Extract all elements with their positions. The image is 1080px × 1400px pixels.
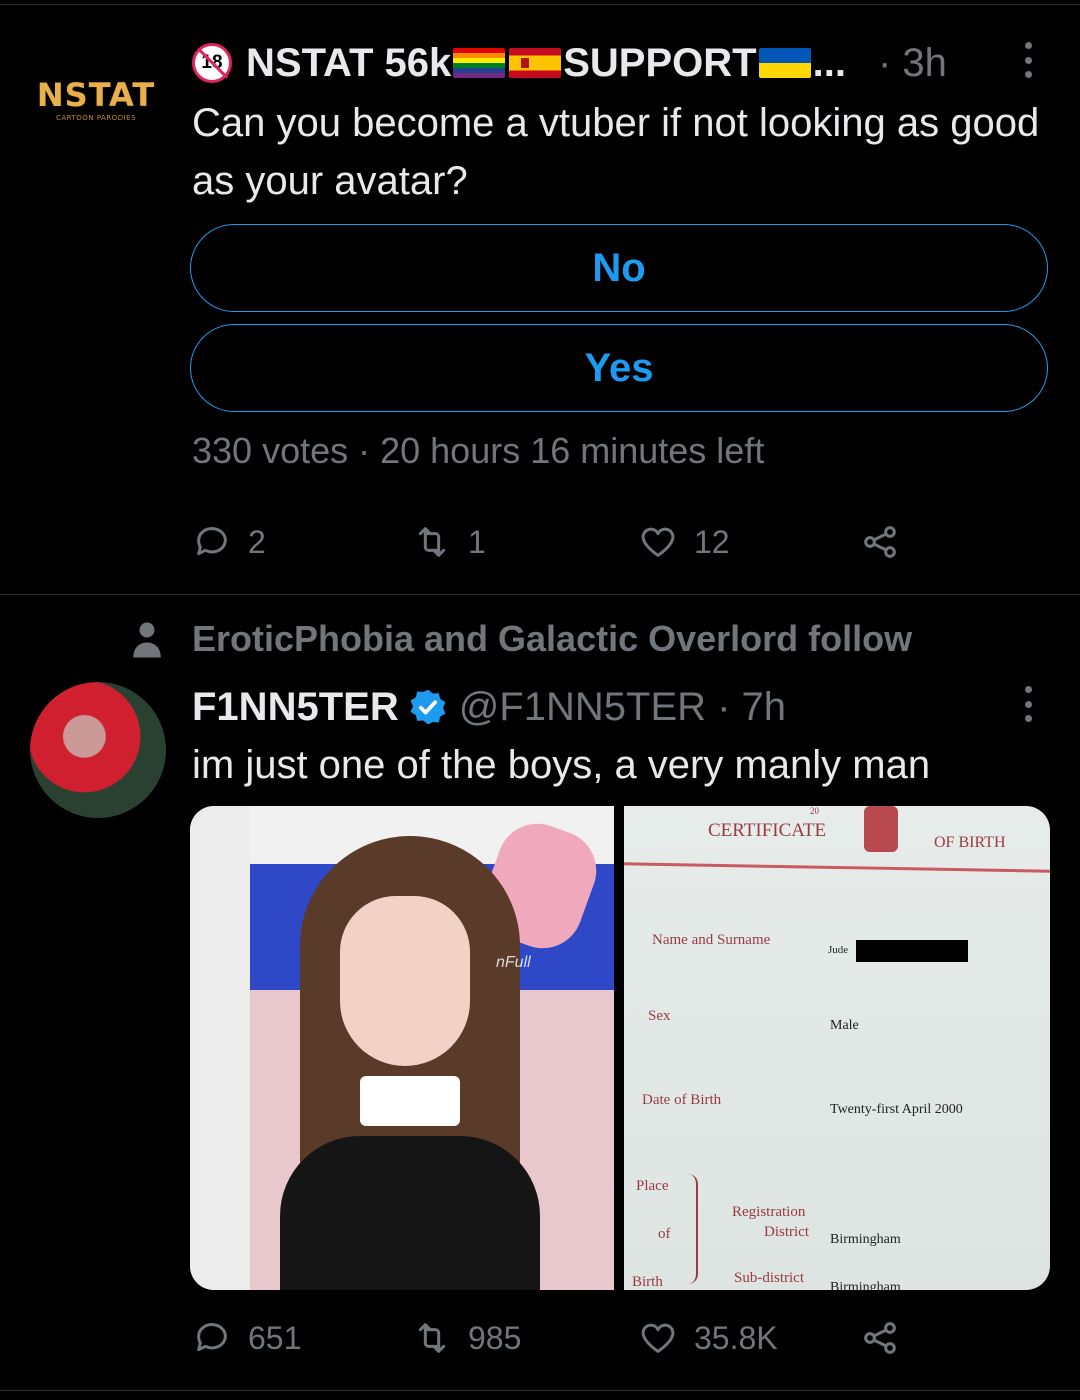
poll-option-yes[interactable]: Yes bbox=[190, 324, 1048, 412]
like-count: 12 bbox=[694, 523, 730, 560]
retweet-icon bbox=[418, 527, 446, 557]
cert-dob-value: Twenty-first April 2000 bbox=[830, 1102, 963, 1117]
cert-title-right: OF BIRTH bbox=[934, 834, 1006, 851]
person-icon bbox=[133, 622, 161, 658]
tweet-media[interactable]: nFull 20 CERTIFICATE OF BIRTH Name and S… bbox=[190, 806, 1050, 1290]
reply-button[interactable]: 2 bbox=[192, 522, 266, 562]
display-name[interactable]: F1NN5TER bbox=[192, 685, 399, 730]
display-name-part2[interactable]: SUPPORT bbox=[563, 41, 756, 86]
avatar-finnster[interactable] bbox=[30, 682, 166, 818]
media-photo-selfie[interactable]: nFull bbox=[190, 806, 614, 1290]
poll-option-no[interactable]: No bbox=[190, 224, 1048, 312]
more-options-icon[interactable] bbox=[1025, 686, 1035, 722]
social-context[interactable]: EroticPhobia and Galactic Overlord follo… bbox=[192, 618, 912, 660]
bottom-divider bbox=[0, 1390, 1080, 1391]
cert-subdistrict-value: Birmingham bbox=[830, 1280, 901, 1290]
tweet-text: im just one of the boys, a very manly ma… bbox=[192, 743, 931, 787]
share-icon bbox=[864, 1322, 896, 1354]
retweet-count: 985 bbox=[468, 1319, 522, 1356]
cert-reg-district-label-1: Registration bbox=[732, 1204, 806, 1220]
cert-title-left: CERTIFICATE bbox=[708, 820, 827, 841]
tweet-header: 18 NSTAT 56k SUPPORT ... · 3h bbox=[192, 36, 1052, 90]
cert-place-label-1: Place bbox=[636, 1178, 669, 1194]
tweet-header: F1NN5TER @F1NN5TER · 7h bbox=[192, 680, 786, 734]
tweet-actions: 651 985 35.8K bbox=[192, 1318, 952, 1362]
avatar-logo-subtext: CARTOON PARODIES bbox=[55, 114, 137, 122]
heart-icon bbox=[641, 527, 675, 557]
cert-sex-label: Sex bbox=[648, 1008, 671, 1024]
cert-dob-label: Date of Birth bbox=[642, 1092, 722, 1108]
share-button[interactable] bbox=[860, 522, 916, 562]
top-divider bbox=[0, 4, 1080, 5]
ukraine-flag-icon bbox=[758, 48, 811, 78]
like-button[interactable]: 12 bbox=[638, 522, 730, 562]
cert-sex-value: Male bbox=[830, 1018, 859, 1033]
photo-collar bbox=[360, 1076, 460, 1126]
reply-count: 651 bbox=[248, 1319, 302, 1356]
avatar-nstat[interactable]: NSTAT CARTOON PARODIES bbox=[30, 70, 162, 130]
avatar-logo-text: NSTAT bbox=[36, 76, 156, 114]
age-restricted-icon: 18 bbox=[192, 43, 232, 83]
cert-name-label: Name and Surname bbox=[652, 932, 771, 948]
reply-button[interactable]: 651 bbox=[192, 1318, 301, 1358]
reply-icon bbox=[197, 527, 227, 556]
media-birth-certificate[interactable]: 20 CERTIFICATE OF BIRTH Name and Surname… bbox=[624, 806, 1050, 1290]
poll-meta: 330 votes · 20 hours 16 minutes left bbox=[192, 430, 765, 471]
cert-reg-district-label-2: District bbox=[764, 1224, 809, 1240]
photo-face bbox=[340, 896, 470, 1066]
rainbow-flag-icon bbox=[453, 48, 506, 78]
retweet-count: 1 bbox=[468, 523, 486, 560]
heart-icon bbox=[641, 1323, 675, 1353]
like-count: 35.8K bbox=[694, 1319, 778, 1356]
like-button[interactable]: 35.8K bbox=[638, 1318, 778, 1358]
royal-crest-icon bbox=[864, 806, 898, 852]
redaction-bar bbox=[856, 940, 968, 962]
share-button[interactable] bbox=[860, 1318, 916, 1358]
tweet-text: Can you become a vtuber if not looking a… bbox=[192, 101, 1040, 203]
display-name-part1[interactable]: NSTAT 56k bbox=[246, 41, 451, 86]
more-options-icon[interactable] bbox=[1025, 42, 1035, 78]
tweet-divider bbox=[0, 594, 1080, 595]
handle-and-time[interactable]: @F1NN5TER · 7h bbox=[459, 685, 786, 730]
cert-brace bbox=[686, 1174, 698, 1284]
retweet-button[interactable]: 1 bbox=[412, 522, 486, 562]
retweet-icon bbox=[418, 1323, 446, 1353]
cert-header-small: 20 bbox=[810, 806, 819, 816]
spain-flag-icon bbox=[509, 48, 562, 78]
tweet-actions: 2 1 12 bbox=[192, 522, 952, 566]
chair-text: nFull bbox=[496, 954, 531, 971]
share-icon bbox=[864, 526, 896, 558]
photo-outfit bbox=[280, 1136, 540, 1290]
cert-place-label-3: Birth bbox=[632, 1274, 663, 1290]
tweet-timestamp[interactable]: · 3h bbox=[878, 41, 947, 86]
reply-icon bbox=[197, 1323, 227, 1352]
cert-place-label-2: of bbox=[658, 1226, 671, 1242]
retweet-button[interactable]: 985 bbox=[412, 1318, 521, 1358]
age-badge-text: 18 bbox=[201, 52, 223, 73]
cert-rule bbox=[624, 862, 1050, 873]
cert-subdistrict-label: Sub-district bbox=[734, 1270, 804, 1286]
name-ellipsis: ... bbox=[812, 40, 846, 85]
reply-count: 2 bbox=[248, 523, 266, 560]
verified-badge-icon bbox=[410, 689, 446, 725]
cert-reg-district-value: Birmingham bbox=[830, 1232, 901, 1247]
cert-name-value: Jude bbox=[828, 944, 849, 956]
photo-wall bbox=[190, 806, 250, 1290]
